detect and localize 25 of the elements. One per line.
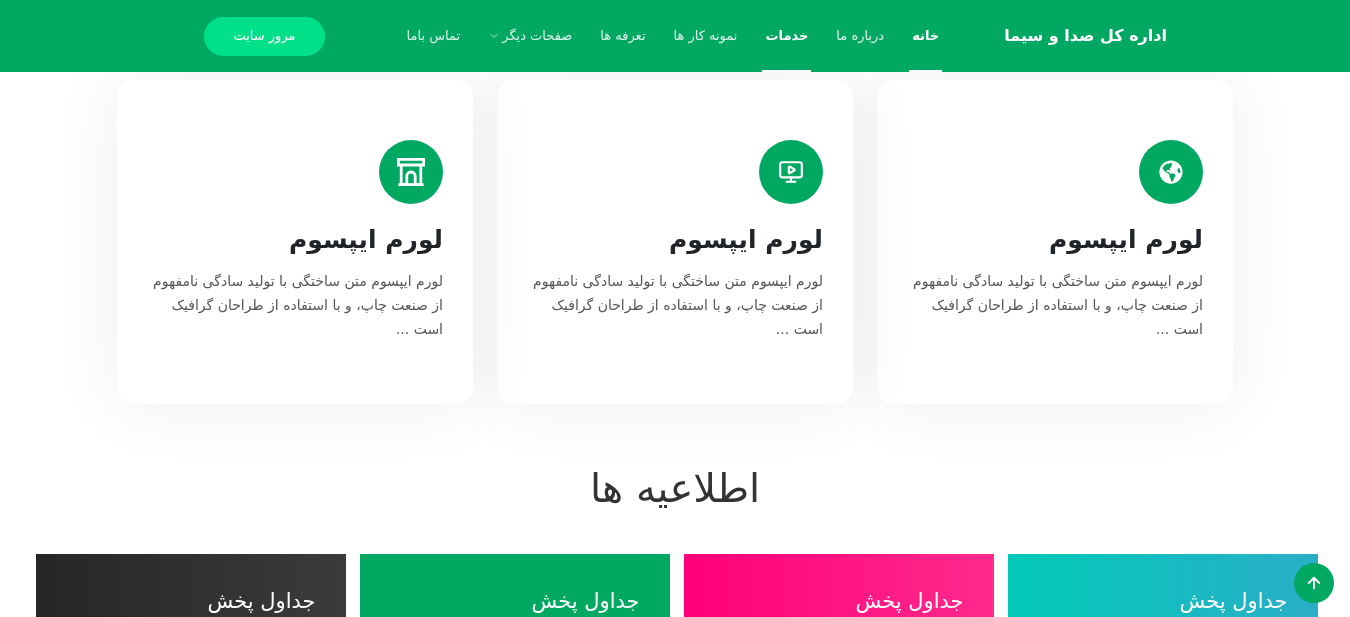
service-title: لورم ایپسوم — [288, 224, 443, 256]
nav-link[interactable]: صفحات دیگر — [485, 0, 576, 72]
nav-link[interactable]: نمونه کار ها — [670, 0, 741, 72]
service-title: لورم ایپسوم — [668, 224, 823, 256]
nav-link[interactable]: خدمات — [762, 0, 812, 72]
announcement-card[interactable]: جداول پخش — [1007, 554, 1318, 617]
announcement-title: جداول پخش — [855, 589, 964, 613]
announcement-title: جداول پخش — [1179, 589, 1288, 613]
announcement-card[interactable]: جداول پخش — [359, 554, 670, 617]
section-heading: اطلاعیه ها — [589, 464, 761, 513]
announcement-title: جداول پخش — [207, 589, 316, 613]
service-description: لورم ایپسوم متن ساختگی با تولید سادگی نامفهوم از صنعت چاپ، و با استفاده از طراحان گرافیک است ... — [152, 272, 443, 339]
nav-link[interactable]: تعرفه ها — [597, 0, 649, 72]
nav-link[interactable]: خانه — [909, 0, 943, 72]
announcement-title: جداول پخش — [531, 589, 640, 613]
nav-link[interactable]: تماس باما — [403, 0, 464, 72]
service-description: لورم ایپسوم متن ساختگی با تولید سادگی نامفهوم از صنعت چاپ، و با استفاده از طراحان گرافیک است ... — [912, 272, 1203, 339]
back-to-top-button[interactable] — [1294, 563, 1334, 603]
announcement-card[interactable]: جداول پخش — [35, 554, 346, 617]
site-brand[interactable]: اداره کل صدا و سیما — [1004, 24, 1167, 48]
announcement-card[interactable]: جداول پخش — [683, 554, 994, 617]
nav-link[interactable]: درباره ما — [833, 0, 888, 72]
service-title: لورم ایپسوم — [1048, 224, 1203, 256]
browse-site-button[interactable]: مرور سایت — [204, 16, 325, 56]
service-description: لورم ایپسوم متن ساختگی با تولید سادگی نامفهوم از صنعت چاپ، و با استفاده از طراحان گرافیک است ... — [532, 272, 823, 339]
